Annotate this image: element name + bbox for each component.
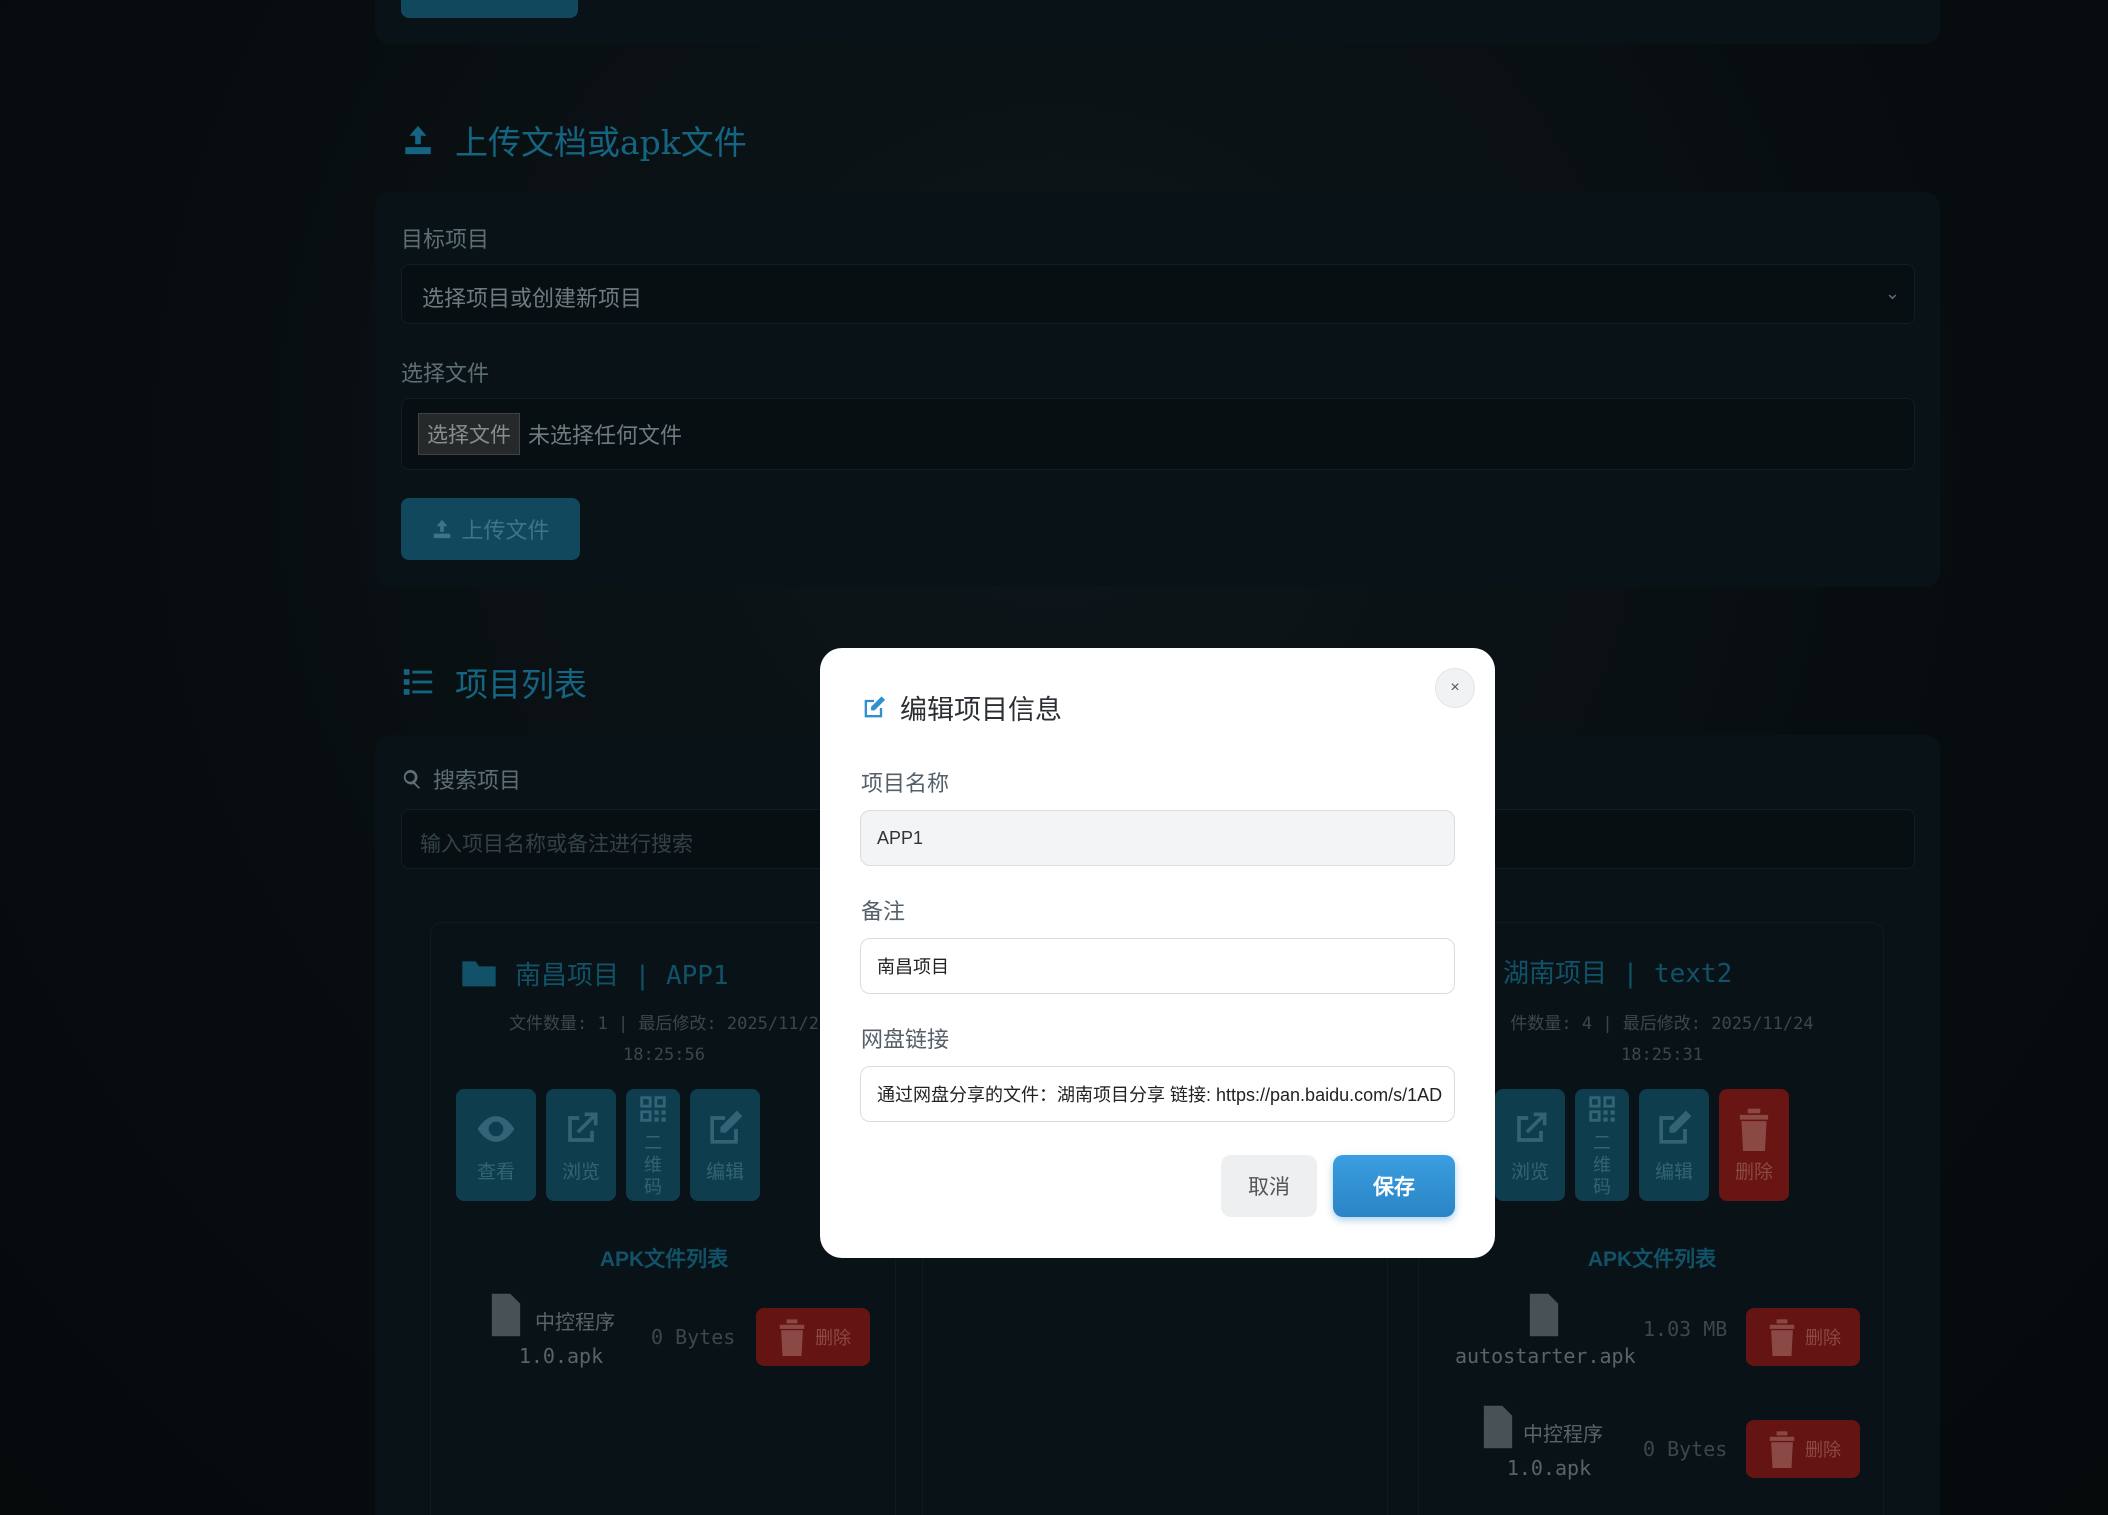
edit-icon	[864, 695, 886, 717]
project-name-input[interactable]: APP1	[860, 810, 1455, 866]
modal-title: 编辑项目信息	[860, 688, 1062, 727]
close-button[interactable]: ×	[1435, 668, 1475, 708]
save-button[interactable]: 保存	[1333, 1155, 1455, 1217]
note-label: 备注	[861, 900, 906, 925]
modal-title-text: 编辑项目信息	[900, 695, 1062, 726]
cancel-button[interactable]: 取消	[1221, 1155, 1317, 1217]
note-input[interactable]: 南昌项目	[860, 938, 1455, 994]
netdisk-link-label: 网盘链接	[861, 1028, 950, 1053]
close-icon: ×	[1450, 679, 1460, 696]
edit-project-modal: × 编辑项目信息 项目名称 APP1 备注 南昌项目 网盘链接 通过网盘分享的文…	[820, 648, 1495, 1258]
netdisk-link-input[interactable]: 通过网盘分享的文件：湖南项目分享 链接: https://pan.baidu.c…	[860, 1066, 1455, 1122]
project-name-label: 项目名称	[861, 772, 950, 797]
